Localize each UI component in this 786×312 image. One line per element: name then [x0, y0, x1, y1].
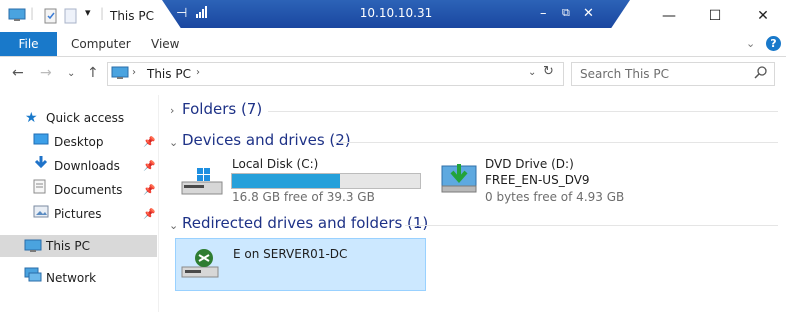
rdp-restore-icon[interactable]: ⧉ — [562, 6, 570, 20]
expand-chevron-icon[interactable]: › — [170, 104, 174, 117]
remote-host-label: 10.10.10.31 — [359, 6, 433, 20]
breadcrumb-separator-icon[interactable]: › — [132, 67, 136, 78]
network-drive-icon — [180, 247, 222, 286]
divider — [335, 142, 778, 143]
tab-computer[interactable]: Computer — [71, 32, 131, 56]
drive-name: DVD Drive (D:) — [485, 157, 574, 171]
tab-file[interactable]: File — [0, 32, 57, 56]
computer-icon — [24, 239, 42, 256]
star-icon: ★ — [25, 110, 38, 126]
drive-name: E on SERVER01-DC — [233, 247, 348, 261]
sidebar-item-desktop[interactable]: Desktop — [33, 131, 104, 153]
minimize-icon[interactable]: — — [646, 4, 692, 28]
sidebar-item-label: Desktop — [54, 135, 104, 149]
redirected-drive-tile[interactable]: E on SERVER01-DC — [175, 238, 426, 291]
sidebar-item-label: Quick access — [46, 111, 125, 125]
drive-usage-bar — [231, 173, 421, 189]
forward-icon[interactable]: → — [40, 65, 52, 81]
title-bar: | ▾ | This PC ⊣ 10.10.10.31 – ⧉ ✕ — ☐ ✕ — [0, 0, 786, 32]
sidebar-item-documents[interactable]: Documents — [33, 179, 122, 201]
breadcrumb-this-pc[interactable]: This PC — [147, 67, 191, 81]
sidebar-item-label: Downloads — [54, 159, 120, 173]
drive-volume-label: FREE_EN-US_DV9 — [485, 173, 590, 187]
group-header-folders[interactable]: Folders (7) — [182, 100, 262, 118]
pin-icon[interactable]: 📌 — [143, 209, 155, 220]
sidebar-item-pictures[interactable]: Pictures — [33, 203, 102, 225]
pin-icon[interactable]: 📌 — [143, 137, 155, 148]
recent-locations-icon[interactable]: ⌄ — [67, 68, 75, 79]
sidebar-item-label: Network — [46, 271, 97, 285]
window-title: This PC — [110, 9, 154, 23]
pin-icon[interactable]: 📌 — [143, 161, 155, 172]
drive-free-space: 0 bytes free of 4.93 GB — [485, 190, 625, 204]
sidebar-item-label: Documents — [54, 183, 123, 197]
navigation-pane: ★ Quick access Desktop 📌 Downloads 📌 Doc… — [0, 95, 159, 312]
search-box[interactable]: Search This PC — [571, 62, 775, 86]
separator: | — [30, 6, 35, 20]
hard-drive-icon — [180, 166, 224, 201]
download-icon — [33, 156, 49, 173]
ribbon-tabs: File Computer View ⌄ ? — [0, 32, 786, 57]
sidebar-item-label: Pictures — [54, 207, 102, 221]
expand-ribbon-icon[interactable]: ⌄ — [746, 32, 755, 56]
pictures-icon — [33, 205, 49, 221]
customize-quick-access-icon[interactable]: ▾ — [85, 6, 91, 19]
dvd-drive-icon — [440, 160, 480, 199]
sidebar-item-this-pc[interactable]: This PC — [0, 235, 157, 257]
help-icon[interactable]: ? — [766, 36, 781, 51]
sidebar-item-network[interactable]: Network — [24, 267, 96, 289]
search-icon[interactable] — [754, 66, 767, 82]
maximize-icon[interactable]: ☐ — [692, 4, 738, 28]
navigation-bar: ← → ⌄ ↑ › This PC › ⌄ ↻ Search This PC — [0, 60, 786, 88]
close-icon[interactable]: ✕ — [740, 4, 786, 28]
properties-icon[interactable] — [44, 8, 58, 27]
collapse-chevron-icon[interactable]: ⌄ — [169, 219, 178, 232]
computer-icon[interactable] — [8, 8, 26, 25]
sidebar-item-downloads[interactable]: Downloads — [33, 155, 120, 177]
rdp-minimize-icon[interactable]: – — [540, 6, 547, 21]
rdp-close-icon[interactable]: ✕ — [583, 6, 594, 21]
group-header-devices[interactable]: Devices and drives (2) — [182, 131, 351, 149]
breadcrumb-chevron-icon[interactable]: › — [196, 67, 200, 78]
new-folder-icon[interactable] — [64, 8, 78, 27]
pin-icon[interactable]: 📌 — [143, 185, 155, 196]
tab-view[interactable]: View — [151, 32, 179, 56]
document-icon — [33, 179, 47, 197]
sidebar-item-label: This PC — [46, 239, 90, 253]
divider — [268, 111, 778, 112]
sidebar-item-quick-access[interactable]: ★ Quick access — [25, 107, 124, 129]
drive-tile-c[interactable]: Local Disk (C:) 16.8 GB free of 39.3 GB — [175, 154, 427, 206]
drive-usage-fill — [232, 174, 340, 188]
drive-tile-d[interactable]: DVD Drive (D:) FREE_EN-US_DV9 0 bytes fr… — [438, 154, 688, 206]
up-icon[interactable]: ↑ — [87, 65, 99, 81]
drive-name: Local Disk (C:) — [232, 157, 319, 171]
separator: | — [100, 6, 105, 20]
back-icon[interactable]: ← — [12, 65, 24, 81]
computer-icon — [111, 66, 129, 83]
address-dropdown-icon[interactable]: ⌄ — [528, 67, 536, 78]
collapse-chevron-icon[interactable]: ⌄ — [169, 136, 178, 149]
remote-connection-bar[interactable]: ⊣ 10.10.10.31 – ⧉ ✕ — [162, 0, 630, 28]
group-header-redirected[interactable]: Redirected drives and folders (1) — [182, 214, 428, 232]
drive-free-space: 16.8 GB free of 39.3 GB — [232, 190, 375, 204]
address-bar[interactable]: › This PC › ⌄ ↻ — [107, 62, 564, 86]
network-icon — [24, 267, 42, 285]
desktop-icon — [33, 133, 49, 149]
divider — [405, 225, 778, 226]
refresh-icon[interactable]: ↻ — [543, 64, 554, 79]
search-placeholder: Search This PC — [580, 67, 669, 81]
